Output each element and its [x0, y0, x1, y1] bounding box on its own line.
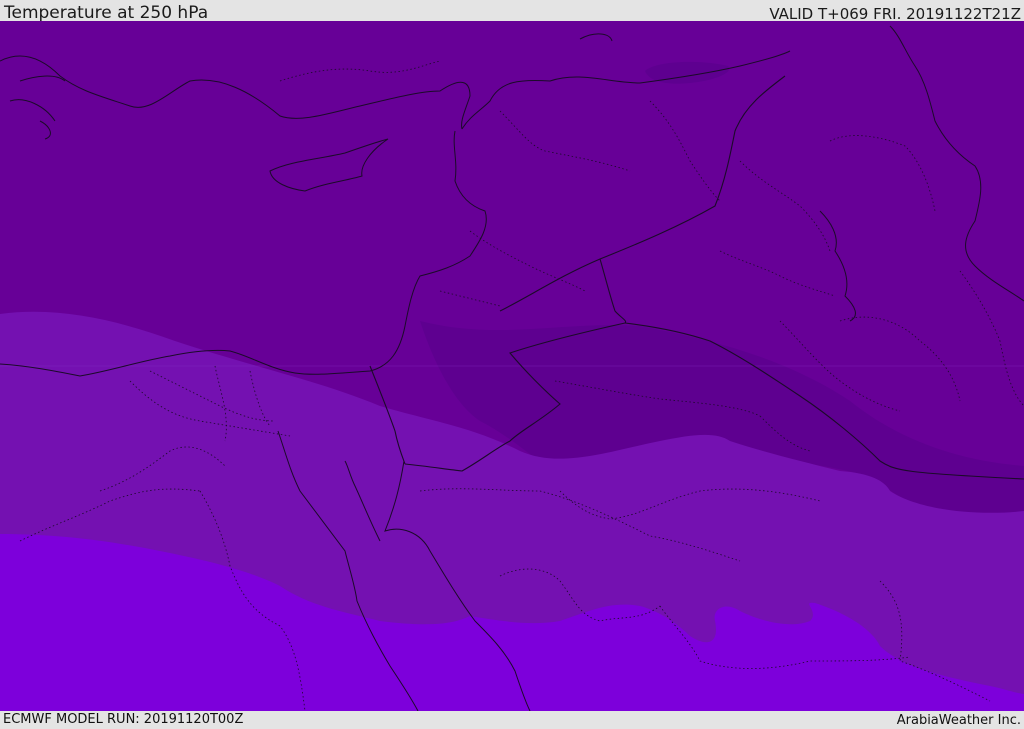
header-bar: Temperature at 250 hPa VALID T+069 FRI. … — [0, 0, 1024, 23]
map-canvas — [0, 21, 1024, 711]
credit-label: ArabiaWeather Inc. — [896, 713, 1021, 728]
model-run: ECMWF MODEL RUN: 20191120T00Z — [3, 712, 244, 727]
map-title: Temperature at 250 hPa — [4, 3, 209, 23]
weather-map[interactable] — [0, 21, 1024, 711]
footer-bar: ECMWF MODEL RUN: 20191120T00Z ArabiaWeat… — [0, 711, 1024, 729]
